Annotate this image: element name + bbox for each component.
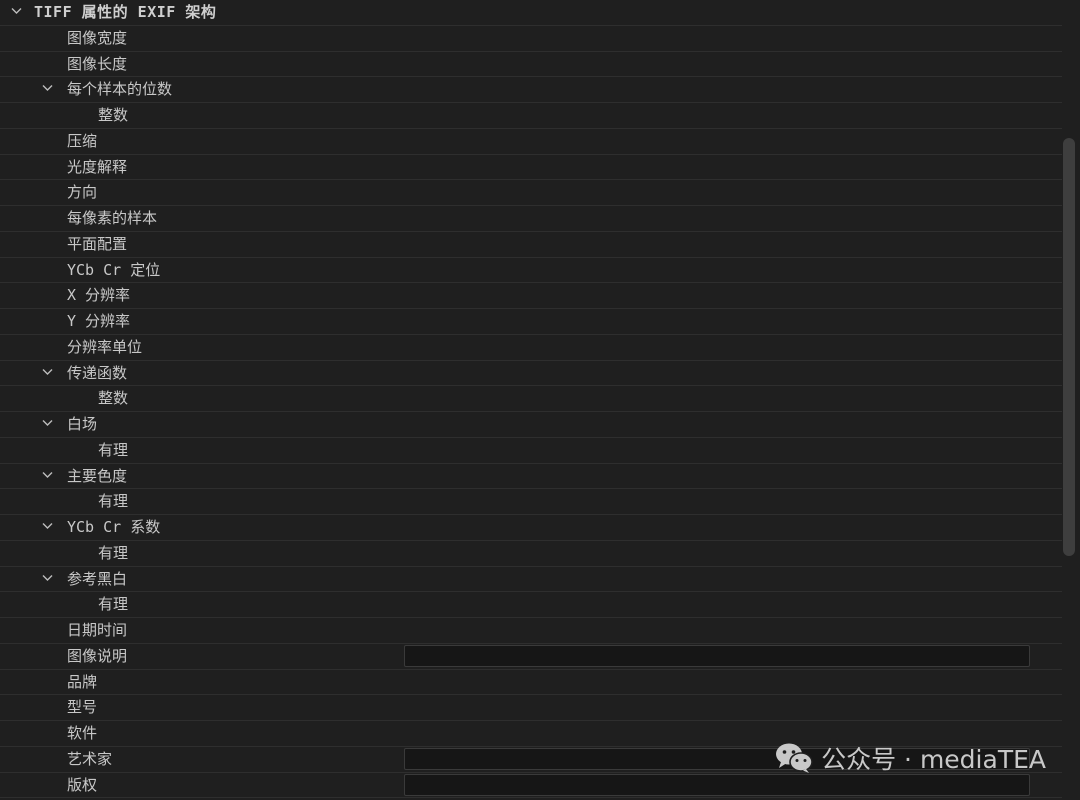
tree-row-label: 分辨率单位 [67, 337, 143, 356]
tree-row-label: 版权 [67, 775, 98, 794]
tree-row-label: X 分辨率 [67, 286, 131, 305]
tree-row-label: 图像说明 [67, 646, 128, 665]
tree-property-row[interactable]: 参考黑白 [0, 567, 1062, 593]
tree-type-row[interactable]: 有理 [0, 438, 1062, 464]
tree-property-row[interactable]: 日期时间 [0, 618, 1062, 644]
tree-property-row[interactable]: 品牌 [0, 670, 1062, 696]
tree-row-label: YCb Cr 定位 [67, 260, 161, 279]
tree-row-label: 平面配置 [67, 234, 128, 253]
tree-row-label: 图像长度 [67, 54, 128, 73]
vertical-scrollbar[interactable] [1062, 0, 1080, 800]
tree-row-label: 整数 [98, 106, 129, 124]
tree-property-row[interactable]: 方向 [0, 180, 1062, 206]
tree-property-row[interactable]: Y 分辨率 [0, 309, 1062, 335]
tree-property-row[interactable]: 每个样本的位数 [0, 77, 1062, 103]
chevron-down-icon[interactable] [10, 0, 24, 25]
tree-row-label: 图像宽度 [67, 28, 128, 47]
metadata-panel: TIFF 属性的 EXIF 架构 图像宽度 图像长度 每个样本的位数 整数 压缩 光度解释方… [0, 0, 1080, 800]
chevron-down-icon[interactable] [41, 515, 55, 540]
tree-row-label: 品牌 [67, 672, 98, 691]
tree-row-label: 有理 [98, 543, 129, 562]
property-value-input[interactable] [404, 644, 1030, 667]
tree-row-label: 艺术家 [67, 749, 113, 768]
chevron-down-icon[interactable] [41, 412, 55, 437]
tree-property-row[interactable]: YCb Cr 系数 [0, 515, 1062, 541]
chevron-down-icon[interactable] [41, 567, 55, 592]
tree-property-row[interactable]: 压缩 [0, 129, 1062, 155]
tree-property-row[interactable]: 主要色度 [0, 464, 1062, 490]
tree-row-label: 整数 [98, 389, 129, 408]
tree-property-row[interactable]: 图像宽度 [0, 26, 1062, 52]
tree-property-row[interactable]: 传递函数 [0, 361, 1062, 387]
tree-row-label: 每个样本的位数 [67, 80, 173, 99]
tree-row-label: 白场 [67, 415, 98, 433]
tree-type-row[interactable]: 有理 [0, 489, 1062, 515]
tree-row-label: 每像素的样本 [67, 209, 158, 227]
tree-row-label: 型号 [67, 698, 98, 717]
tree-row-label: 方向 [67, 183, 98, 202]
tree-section-header[interactable]: TIFF 属性的 EXIF 架构 [0, 0, 1062, 26]
tree-property-row[interactable]: 白场 [0, 412, 1062, 438]
tree-property-row[interactable]: 分辨率单位 [0, 335, 1062, 361]
tree-row-label: TIFF 属性的 EXIF 架构 [34, 3, 217, 21]
chevron-down-icon[interactable] [41, 464, 55, 489]
tree-property-row[interactable]: X 分辨率 [0, 283, 1062, 309]
tree-type-row[interactable]: 整数 [0, 103, 1062, 129]
tree-property-row[interactable]: 型号 [0, 695, 1062, 721]
tree-property-row[interactable]: 光度解释 [0, 155, 1062, 181]
tree-row-label: Y 分辨率 [67, 312, 131, 330]
metadata-tree: TIFF 属性的 EXIF 架构 图像宽度 图像长度 每个样本的位数 整数 压缩 光度解释方… [0, 0, 1062, 799]
tree-property-row[interactable]: 每像素的样本 [0, 206, 1062, 232]
wechat-icon [776, 743, 813, 773]
tree-row-label: 软件 [67, 724, 98, 742]
tree-row-label: 有理 [98, 595, 129, 614]
watermark-text: 公众号 · mediaTEA [821, 745, 1046, 774]
tree-type-row[interactable]: 有理 [0, 592, 1062, 618]
watermark: 公众号 · mediaTEA [775, 738, 1046, 778]
chevron-down-icon[interactable] [41, 77, 55, 102]
tree-row-label: 参考黑白 [67, 569, 128, 588]
tree-property-row[interactable]: YCb Cr 定位 [0, 258, 1062, 284]
tree-row-label: 有理 [98, 440, 129, 459]
chevron-down-icon[interactable] [41, 361, 55, 386]
tree-type-row[interactable]: 有理 [0, 541, 1062, 567]
tree-row-label: 日期时间 [67, 621, 128, 639]
tree-property-row[interactable]: 平面配置 [0, 232, 1062, 258]
tree-property-row[interactable]: 图像说明 [0, 644, 1062, 670]
tree-row-label: 压缩 [67, 131, 98, 150]
tree-row-label: 光度解释 [67, 157, 128, 176]
scrollbar-thumb[interactable] [1063, 138, 1075, 556]
tree-row-label: 传递函数 [67, 363, 128, 382]
tree-row-label: YCb Cr 系数 [67, 518, 161, 536]
tree-row-label: 有理 [98, 492, 129, 511]
tree-type-row[interactable]: 整数 [0, 386, 1062, 412]
tree-property-row[interactable]: 图像长度 [0, 52, 1062, 78]
tree-row-label: 主要色度 [67, 466, 128, 485]
